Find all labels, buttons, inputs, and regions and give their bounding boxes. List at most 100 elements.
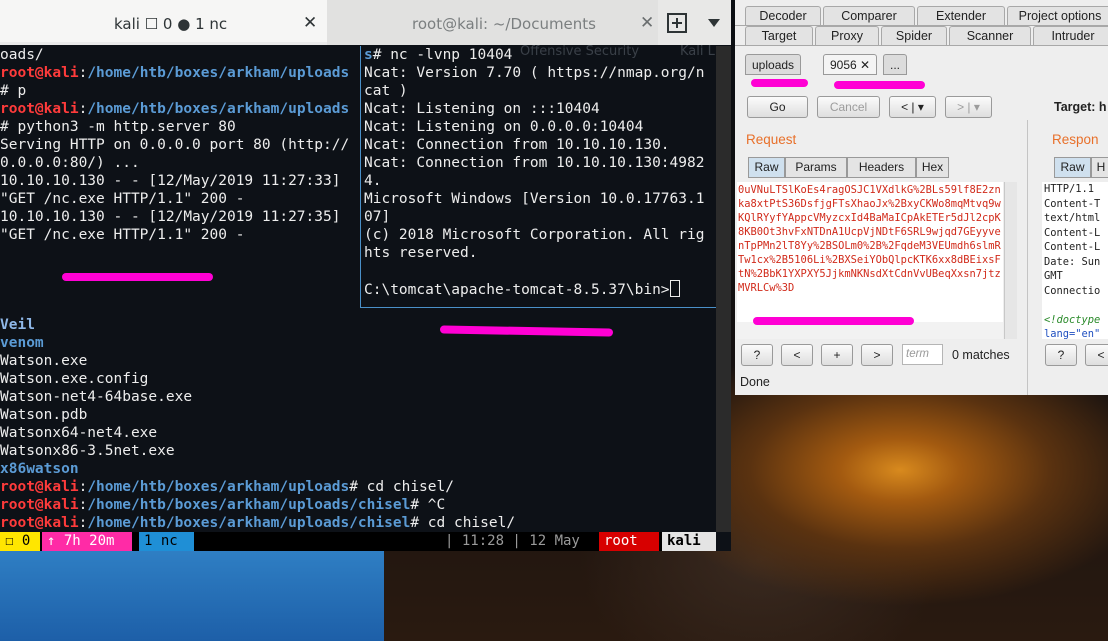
desktop-panel-background <box>0 550 384 641</box>
terminal-line: Watsonx86-3.5net.exe <box>0 442 716 460</box>
terminal-text: 07] <box>364 209 391 225</box>
terminal-line: Watson-net4-64base.exe <box>0 388 716 406</box>
prompt-path: /home/htb/boxes/arkham/uploads/chisel <box>87 497 411 513</box>
tab-extender[interactable]: Extender <box>917 6 1005 25</box>
tmux-session-indicator[interactable]: ☐ 0 <box>0 532 40 551</box>
response-line: Content-L <box>1044 241 1101 253</box>
terminal-line: Ncat: Connection from 10.10.10.130. <box>364 136 716 154</box>
response-title: Respon <box>1052 132 1099 147</box>
terminal-line: root@kali:/home/htb/boxes/arkham/uploads <box>0 100 358 118</box>
terminal-text: : <box>78 515 88 531</box>
terminal-text: Ncat: Listening on :::10404 <box>364 101 600 117</box>
new-tab-icon[interactable] <box>666 12 688 34</box>
terminal-text: # nc -lvnp 10404 <box>372 47 513 63</box>
target-label[interactable]: Target: h <box>1054 100 1107 114</box>
terminal-text: : <box>78 479 88 495</box>
response-line: GMT <box>1044 270 1063 282</box>
terminal-line: (c) 2018 Microsoft Corporation. All rig <box>364 226 716 244</box>
help-button[interactable]: ? <box>741 344 773 366</box>
terminal-pane-ncat-listener[interactable]: s# nc -lvnp 10404 Ncat: Version 7.70 ( ht… <box>364 46 716 304</box>
burp-repeater-window: Decoder Comparer Extender Project option… <box>735 0 1108 395</box>
terminal-line: Ncat: Version 7.70 ( https://nmap.org/n <box>364 64 716 82</box>
terminal-text: # p <box>0 83 27 99</box>
terminal-line: Watson.pdb <box>0 406 716 424</box>
terminal-line: root@kali:/home/htb/boxes/arkham/uploads <box>0 64 358 82</box>
terminal-line: 07] <box>364 208 716 226</box>
terminal-text: Microsoft Windows [Version 10.0.17763.1 <box>364 191 705 207</box>
terminal-text: # ^C <box>410 497 446 513</box>
response-help-button[interactable]: ? <box>1045 344 1077 366</box>
search-input[interactable]: term <box>902 344 943 365</box>
terminal-line: oads/ <box>0 46 358 64</box>
prompt-path: /home/htb/boxes/arkham/uploads <box>87 101 350 117</box>
pane-divider[interactable] <box>360 46 361 308</box>
terminal-text: Watson.pdb <box>0 407 88 423</box>
prompt-path: /home/htb/boxes/arkham/uploads/chisel <box>87 515 411 531</box>
request-tab-raw[interactable]: Raw <box>748 157 785 178</box>
terminal-line: venom <box>0 334 716 352</box>
terminal-line: Ncat: Connection from 10.10.10.130:4982 <box>364 154 716 172</box>
terminal-pane-http-server[interactable]: oads/root@kali:/home/htb/boxes/arkham/up… <box>0 46 358 304</box>
next-match-button[interactable]: > <box>861 344 893 366</box>
tab-scanner[interactable]: Scanner <box>949 26 1031 45</box>
tab-decoder[interactable]: Decoder <box>745 6 821 25</box>
request-scrollbar[interactable] <box>1004 182 1017 339</box>
terminal-text: 4. <box>364 173 382 189</box>
request-tab-headers[interactable]: Headers <box>847 157 916 178</box>
terminal-text: # cd chisel/ <box>410 515 516 531</box>
request-title: Request <box>746 132 797 147</box>
terminal-text: Ncat: Version 7.70 ( https://nmap.org/n <box>364 65 705 81</box>
prompt-path: Veil <box>0 317 35 333</box>
response-previous-button[interactable]: < <box>1085 344 1108 366</box>
cancel-button[interactable]: Cancel <box>817 96 880 118</box>
request-editor[interactable]: 0uVNuLTSlKoEs4ragOSJC1VXdlkG%2BLs59lf8E2… <box>737 182 1003 322</box>
terminal-text: Watson-net4-64base.exe <box>0 389 193 405</box>
repeater-tab-9056[interactable]: 9056 ✕ <box>823 54 878 75</box>
tab-project-options[interactable]: Project options <box>1007 6 1108 25</box>
tab-label: kali ☐ 0 ● 1 nc <box>114 15 228 33</box>
response-tab-html[interactable]: H <box>1091 157 1108 178</box>
prompt-user: root@kali <box>0 65 79 81</box>
response-tab-raw[interactable]: Raw <box>1054 157 1091 178</box>
terminal-text: "GET /nc.exe HTTP/1.1" 200 - <box>0 191 245 207</box>
forward-button[interactable]: > | ▾ <box>945 96 992 118</box>
back-button[interactable]: < | ▾ <box>889 96 936 118</box>
tmux-status-bar: ☐ 0 ↑ 7h 20m 1 nc | 11:28 | 12 May root … <box>0 532 716 551</box>
terminal-pane-shell[interactable]: Veil venom Watson.exe Watson.exe.config Wats… <box>0 316 716 532</box>
terminal-text: Ncat: Listening on 0.0.0.0:10404 <box>364 119 644 135</box>
request-tab-params[interactable]: Params <box>785 157 847 178</box>
prompt-path: x86watson <box>0 461 79 477</box>
response-line <box>1044 298 1108 313</box>
tab-comparer[interactable]: Comparer <box>823 6 915 25</box>
chevron-down-icon[interactable] <box>706 17 722 29</box>
response-line: Date: Sun <box>1044 255 1101 268</box>
request-tab-hex[interactable]: Hex <box>916 157 949 178</box>
terminal-scrollbar[interactable] <box>716 46 731 532</box>
split-pane-divider[interactable] <box>1027 120 1028 395</box>
tmux-window-tab[interactable]: 1 nc <box>139 532 194 551</box>
go-button[interactable]: Go <box>747 96 808 118</box>
response-viewer[interactable]: HTTP/1.1 Content-T text/html Content-L Conte… <box>1042 182 1108 339</box>
tab-spider[interactable]: Spider <box>881 26 947 45</box>
repeater-tab-more[interactable]: ... <box>883 54 908 75</box>
close-tab-icon[interactable]: ✕ <box>640 13 654 33</box>
terminal-tab-inactive[interactable]: root@kali: ~/Documents ✕ <box>327 0 658 45</box>
repeater-tab-uploads[interactable]: uploads <box>745 54 802 75</box>
terminal-line: 4. <box>364 172 716 190</box>
response-line: Content-L <box>1044 226 1101 239</box>
prompt-user: root@kali <box>0 515 79 531</box>
terminal-tab-active[interactable]: kali ☐ 0 ● 1 nc ✕ <box>0 0 327 45</box>
tab-intruder[interactable]: Intruder <box>1033 26 1108 45</box>
terminal-text: Watsonx64-net4.exe <box>0 425 158 441</box>
response-line: HTTP/1.1 <box>1044 183 1095 195</box>
tab-proxy[interactable]: Proxy <box>815 26 879 45</box>
terminal-text: : <box>78 497 88 513</box>
pane-divider[interactable] <box>360 307 716 308</box>
tab-target[interactable]: Target <box>745 26 813 45</box>
add-button[interactable]: + <box>821 344 853 366</box>
close-tab-icon[interactable]: ✕ <box>303 13 317 33</box>
terminal-line: Watson.exe.config <box>0 370 716 388</box>
previous-match-button[interactable]: < <box>781 344 813 366</box>
prompt-path: /home/htb/boxes/arkham/uploads <box>87 479 350 495</box>
terminal-line: Microsoft Windows [Version 10.0.17763.1 <box>364 190 716 208</box>
